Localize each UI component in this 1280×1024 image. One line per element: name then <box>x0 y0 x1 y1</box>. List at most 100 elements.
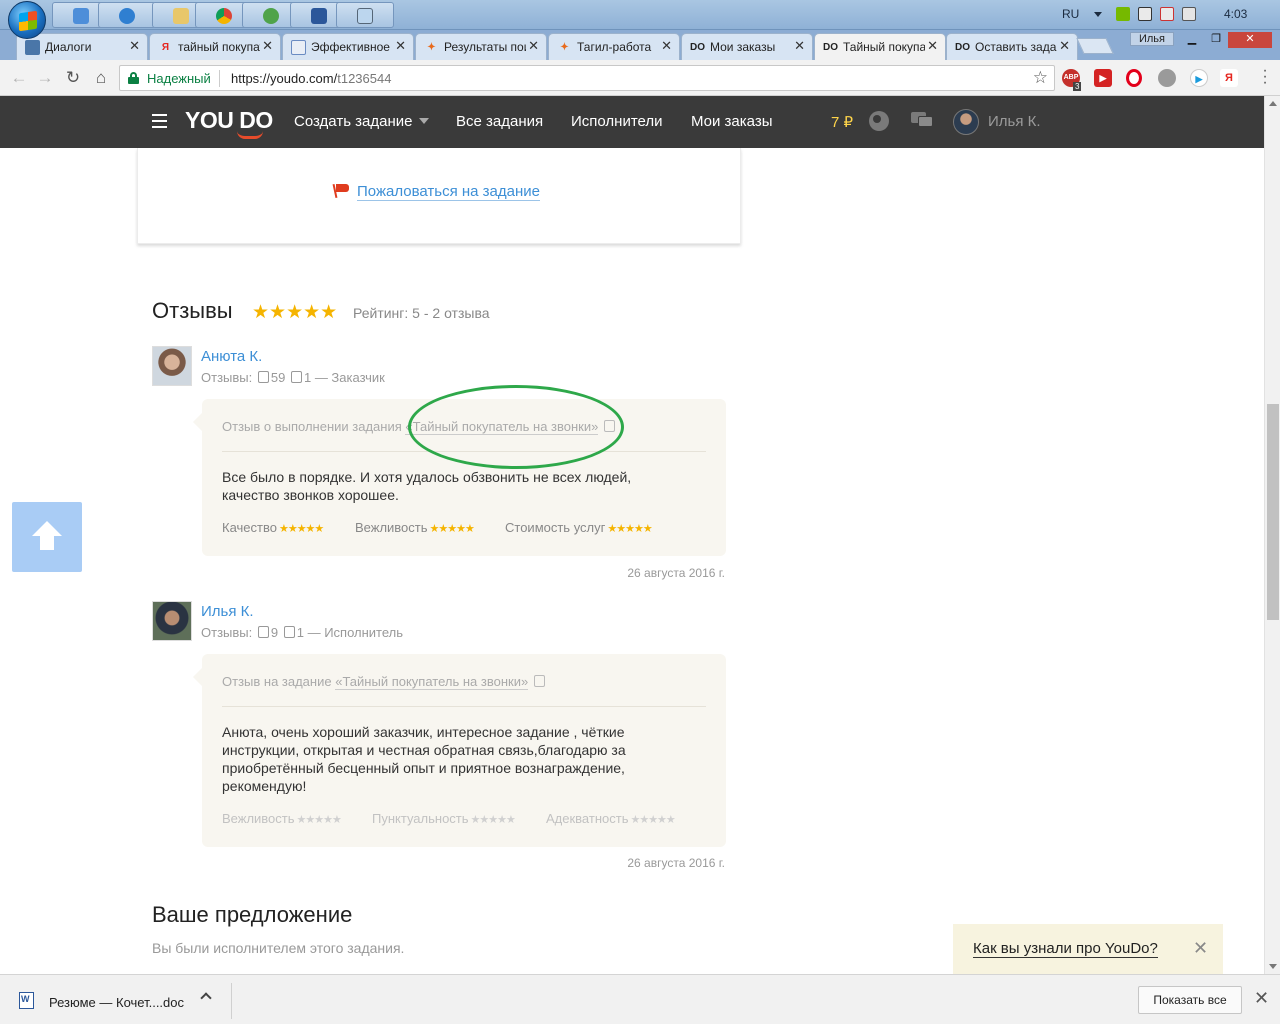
nav-my-orders[interactable]: Мои заказы <box>691 113 773 130</box>
balance[interactable]: 7 ₽ <box>831 113 853 131</box>
tab-title: Результаты поиска <box>444 40 526 54</box>
youdo-icon: DO <box>690 42 705 53</box>
reload-button[interactable]: ↻ <box>62 67 84 89</box>
close-tab-icon[interactable]: ✕ <box>661 38 672 54</box>
close-tab-icon[interactable]: ✕ <box>1059 38 1070 54</box>
close-window-button[interactable]: ✕ <box>1228 32 1272 48</box>
reviewer-name[interactable]: Анюта К. <box>201 348 262 365</box>
tab-my-orders[interactable]: DO Мои заказы ✕ <box>681 33 813 60</box>
star-rating: ★★★★★ <box>278 523 324 535</box>
volume-icon[interactable] <box>1182 7 1196 21</box>
notepad-icon <box>357 8 373 24</box>
new-tab-button[interactable] <box>1076 38 1114 54</box>
review-text: Анюта, очень хороший заказчик, интересно… <box>222 724 626 794</box>
scrollbar-thumb[interactable] <box>1267 404 1279 620</box>
chevron-up-icon[interactable] <box>200 992 212 1004</box>
network-icon[interactable] <box>1160 7 1174 21</box>
language-indicator[interactable]: RU <box>1062 7 1079 21</box>
browser-menu-icon[interactable]: · · · <box>1258 63 1272 91</box>
yandex-extension-icon[interactable]: Я <box>1220 69 1238 87</box>
profile-button[interactable]: Илья <box>1130 32 1174 46</box>
tab-search-results[interactable]: ✦ Результаты поиска✕ <box>415 33 547 60</box>
criterion-politeness: Вежливость ★★★★★ <box>222 811 342 826</box>
chevron-down-icon <box>418 118 429 124</box>
windows-taskbar: RU 4:03 <box>0 0 1280 39</box>
action-center-icon[interactable] <box>1138 7 1152 21</box>
media-extension-icon[interactable]: ▶ <box>1094 69 1112 87</box>
scroll-up-arrow-icon[interactable] <box>1269 101 1277 106</box>
nvidia-icon[interactable] <box>1116 7 1130 21</box>
taskbar-notepad-button[interactable] <box>336 2 394 28</box>
home-button[interactable]: ⌂ <box>90 67 112 89</box>
tab-yandex-search[interactable]: Я тайный покупатель✕ <box>149 33 281 60</box>
scroll-to-top-button[interactable] <box>12 502 82 572</box>
review-card: Отзыв на задание «Тайный покупатель на з… <box>193 654 726 847</box>
offer-subtitle: Вы были исполнителем этого задания. <box>152 940 405 956</box>
tab-title: Эффективное <box>311 40 390 54</box>
security-label[interactable]: Надежный <box>147 71 211 86</box>
tab-tagil-work[interactable]: ✦ Тагил-работа ✕ <box>548 33 680 60</box>
feedback-question-link[interactable]: Как вы узнали про YouDo? <box>973 941 1158 958</box>
word-document-icon <box>19 992 34 1009</box>
thumbs-up-icon <box>257 371 269 383</box>
close-tab-icon[interactable]: ✕ <box>927 38 938 54</box>
hamburger-menu-icon[interactable] <box>152 114 167 128</box>
page-scrollbar[interactable] <box>1264 96 1280 974</box>
arrow-up-icon <box>32 521 62 536</box>
user-name[interactable]: Илья К. <box>988 113 1041 130</box>
feedback-popup: Как вы узнали про YouDo? ✕ <box>953 924 1223 974</box>
complain-link[interactable]: Пожаловаться на задание <box>357 183 540 201</box>
reviewer-avatar[interactable] <box>152 601 192 641</box>
address-bar[interactable]: Надежный https://youdo.com/t1236544 ☆ <box>119 65 1055 91</box>
review-header: Отзыв на задание «Тайный покупатель на з… <box>222 674 547 690</box>
back-button[interactable]: ← <box>8 67 30 89</box>
star-rating: ★★★★★ <box>429 523 475 535</box>
youdo-logo[interactable]: YOU DO <box>185 107 273 139</box>
close-tab-icon[interactable]: ✕ <box>262 38 273 54</box>
close-icon[interactable]: ✕ <box>1193 938 1208 959</box>
nav-create-task[interactable]: Создать задание <box>294 113 429 130</box>
nav-performers[interactable]: Исполнители <box>571 113 663 130</box>
task-link[interactable]: «Тайный покупатель на звонки» <box>335 674 529 690</box>
offer-heading: Ваше предложение <box>152 902 353 927</box>
restore-button[interactable]: ❐ <box>1204 32 1228 48</box>
tab-dialogs[interactable]: Диалоги ✕ <box>16 33 148 60</box>
close-tab-icon[interactable]: ✕ <box>395 38 406 54</box>
logo-smile-icon <box>237 131 263 139</box>
tab-effective[interactable]: Эффективное ✕ <box>282 33 414 60</box>
taskbar-ie-button[interactable] <box>98 2 156 28</box>
reviews-heading: Отзывы <box>152 298 233 323</box>
bookmark-star-icon[interactable]: ☆ <box>1033 68 1048 88</box>
forward-button[interactable]: → <box>34 67 56 89</box>
tab-leave-task[interactable]: DO Оставить задание✕ <box>946 33 1078 60</box>
url-text[interactable]: https://youdo.com/t1236544 <box>231 71 391 86</box>
opera-extension-icon[interactable] <box>1126 69 1142 87</box>
youdo-icon: DO <box>955 42 970 53</box>
runner-icon: ✦ <box>427 42 436 53</box>
divider <box>231 983 232 1019</box>
chrome-icon <box>216 8 232 24</box>
scroll-down-arrow-icon[interactable] <box>1269 964 1277 969</box>
close-tab-icon[interactable]: ✕ <box>794 38 805 54</box>
download-item[interactable]: Резюме — Кочет....doc <box>49 995 184 1010</box>
system-tray: RU 4:03 <box>1020 0 1280 30</box>
play-extension-icon[interactable]: ▶ <box>1190 69 1208 87</box>
messages-icon[interactable] <box>911 112 933 128</box>
show-all-button[interactable]: Показать все <box>1138 986 1242 1014</box>
close-icon[interactable]: ✕ <box>1254 988 1269 1009</box>
star-rating: ★★★★★ <box>630 814 675 826</box>
tab-secret-shopper[interactable]: DO Тайный покупатель✕ <box>814 33 946 61</box>
close-tab-icon[interactable]: ✕ <box>528 38 539 54</box>
reviewer-avatar[interactable] <box>152 346 192 386</box>
nav-all-tasks[interactable]: Все задания <box>456 113 543 130</box>
close-tab-icon[interactable]: ✕ <box>129 38 140 54</box>
tray-expand-icon[interactable] <box>1094 12 1102 17</box>
globe-icon[interactable] <box>869 111 889 131</box>
minimize-button[interactable]: ▁ <box>1180 32 1204 48</box>
start-button[interactable] <box>8 1 46 39</box>
folder-icon <box>173 8 189 24</box>
globe-extension-icon[interactable] <box>1158 69 1176 87</box>
reviewer-name[interactable]: Илья К. <box>201 603 254 620</box>
clock[interactable]: 4:03 <box>1224 7 1247 21</box>
user-avatar[interactable] <box>953 109 979 135</box>
